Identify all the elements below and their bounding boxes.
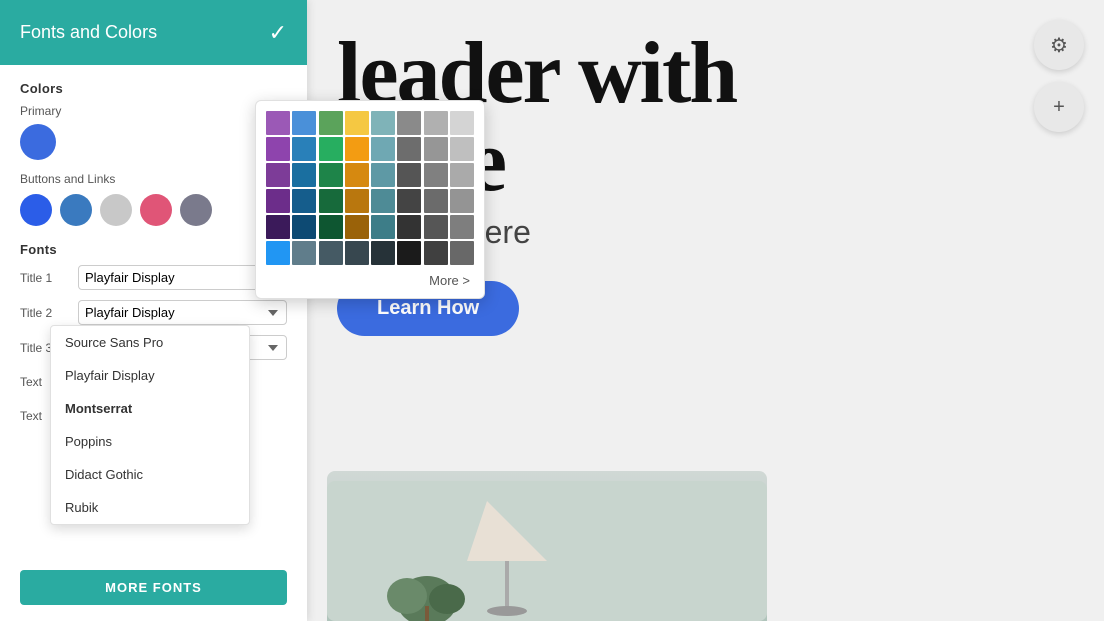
color-cell[interactable] [371,189,395,213]
gear-button[interactable]: ⚙ [1034,20,1084,70]
color-cell[interactable] [345,137,369,161]
primary-color-circle[interactable] [20,124,56,160]
title2-font-select[interactable]: Playfair Display [78,300,287,325]
buttons-links-label: Buttons and Links [20,172,287,186]
color-cell[interactable] [345,215,369,239]
font-row-title1: Title 1 Playfair Display [20,265,287,290]
color-cell[interactable] [345,241,369,265]
color-cell[interactable] [424,111,448,135]
color-cell[interactable] [371,215,395,239]
color-cell[interactable] [319,163,343,187]
color-cell[interactable] [266,137,290,161]
color-circle-steel-blue[interactable] [60,194,92,226]
check-icon[interactable]: ✓ [269,20,287,46]
color-cell[interactable] [450,189,474,213]
main-area: leader with nage r subtitle here Learn H… [307,0,1104,621]
color-cell[interactable] [450,215,474,239]
color-cell[interactable] [424,163,448,187]
plus-icon: + [1053,96,1065,119]
color-cell[interactable] [319,111,343,135]
primary-label: Primary [20,104,287,118]
color-circle-blue[interactable] [20,194,52,226]
gear-icon: ⚙ [1050,33,1068,58]
dropdown-item-rubik[interactable]: Rubik [51,491,249,524]
color-cell[interactable] [266,215,290,239]
color-cell[interactable] [266,189,290,213]
color-grid [266,111,474,265]
dropdown-item-playfair[interactable]: Playfair Display [51,359,249,392]
title2-label: Title 2 [20,306,70,320]
color-cell[interactable] [371,163,395,187]
color-circle-pink[interactable] [140,194,172,226]
color-picker-popup: More > [255,100,485,299]
more-fonts-button[interactable]: MORE FONTS [20,570,287,605]
font-dropdown: Source Sans Pro Playfair Display Montser… [50,325,250,525]
color-cell[interactable] [319,241,343,265]
color-cell[interactable] [292,189,316,213]
color-cell[interactable] [397,241,421,265]
more-colors-link[interactable]: More > [266,273,474,288]
panel-title: Fonts and Colors [20,22,157,43]
color-cell[interactable] [345,163,369,187]
color-circle-gray-blue[interactable] [180,194,212,226]
left-panel: Fonts and Colors ✓ Colors Primary Button… [0,0,307,621]
color-cell[interactable] [292,111,316,135]
color-cell[interactable] [345,189,369,213]
font-row-title2: Title 2 Playfair Display [20,300,287,325]
dropdown-item-poppins[interactable]: Poppins [51,425,249,458]
title1-label: Title 1 [20,271,70,285]
lamp-illustration [327,481,767,621]
color-cell[interactable] [319,215,343,239]
colors-section-label: Colors [20,81,287,96]
color-cell[interactable] [292,241,316,265]
color-cell[interactable] [424,241,448,265]
color-cell[interactable] [266,163,290,187]
color-cell[interactable] [319,189,343,213]
color-cell[interactable] [371,137,395,161]
color-cell[interactable] [424,137,448,161]
fonts-section-label: Fonts [20,242,287,257]
color-cell[interactable] [450,241,474,265]
dropdown-item-didact[interactable]: Didact Gothic [51,458,249,491]
color-cell[interactable] [450,111,474,135]
color-cell[interactable] [292,137,316,161]
color-cell[interactable] [397,215,421,239]
color-cell[interactable] [397,189,421,213]
color-cell[interactable] [292,215,316,239]
color-cell[interactable] [371,241,395,265]
top-right-icons: ⚙ + [1034,20,1084,132]
color-circles [20,194,287,226]
color-cell[interactable] [424,215,448,239]
color-cell[interactable] [450,163,474,187]
color-cell[interactable] [319,137,343,161]
dropdown-item-montserrat[interactable]: Montserrat [51,392,249,425]
color-cell[interactable] [397,137,421,161]
panel-header: Fonts and Colors ✓ [0,0,307,65]
dropdown-item-source-sans[interactable]: Source Sans Pro [51,326,249,359]
color-cell[interactable] [266,111,290,135]
color-cell[interactable] [345,111,369,135]
bottom-image [327,471,767,621]
color-cell[interactable] [292,163,316,187]
color-cell[interactable] [266,241,290,265]
color-cell[interactable] [450,137,474,161]
color-cell[interactable] [371,111,395,135]
plus-button[interactable]: + [1034,82,1084,132]
color-cell[interactable] [397,111,421,135]
color-cell[interactable] [424,189,448,213]
color-circle-light-gray[interactable] [100,194,132,226]
colors-section: Colors Primary Buttons and Links [20,81,287,226]
color-cell[interactable] [397,163,421,187]
